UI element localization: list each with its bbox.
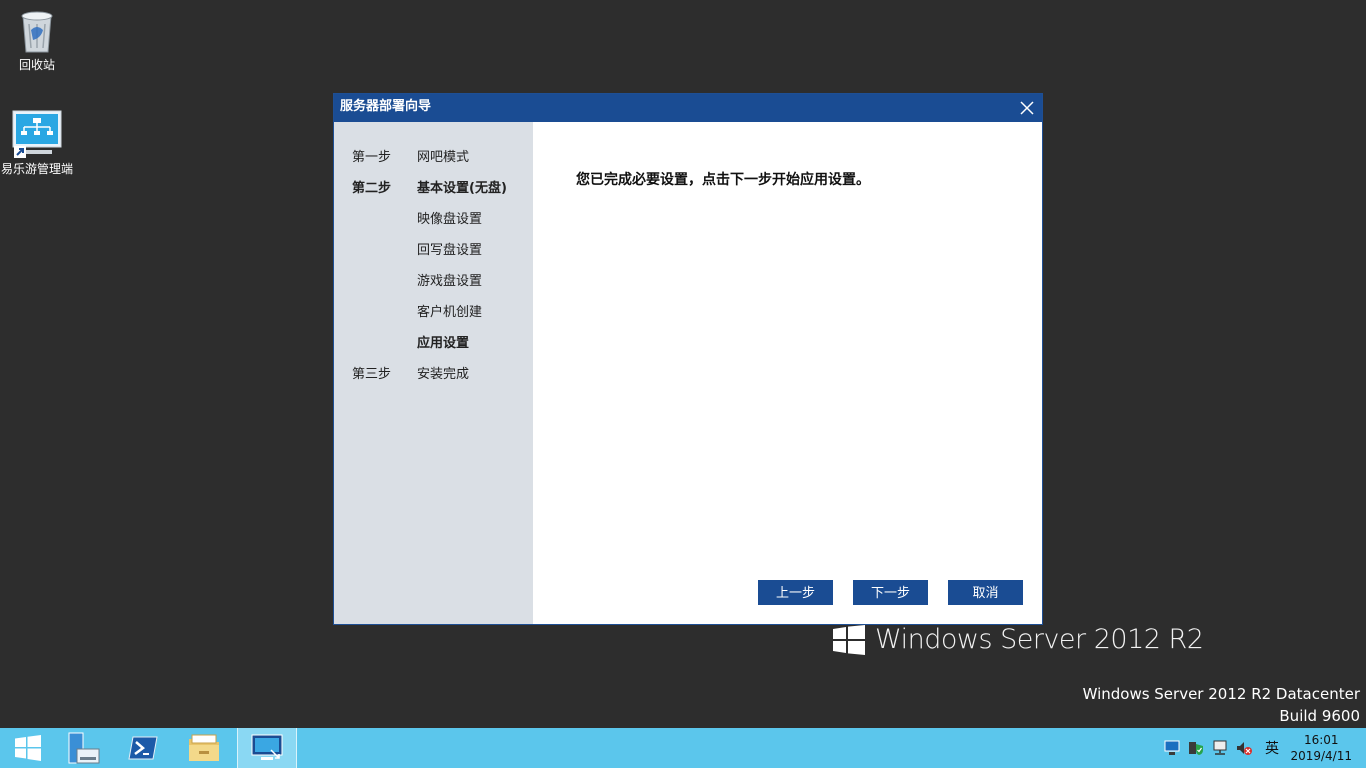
start-button[interactable] xyxy=(0,728,56,768)
clock-time: 16:01 xyxy=(1303,733,1339,747)
tray-network[interactable] xyxy=(1208,728,1232,768)
dialog-title: 服务器部署向导 xyxy=(340,99,432,114)
build-text: Build 9600 xyxy=(1279,707,1360,725)
tray-network-manager[interactable] xyxy=(1160,728,1184,768)
file-explorer-button[interactable] xyxy=(176,728,232,768)
step-key: 第三步 xyxy=(352,367,392,382)
network-monitor-icon xyxy=(1164,740,1180,755)
next-button[interactable]: 下一步 xyxy=(853,580,928,605)
step-row: 回写盘设置 xyxy=(334,239,533,261)
powershell-icon xyxy=(128,736,158,760)
step-row: 第一步 网吧模式 xyxy=(334,146,533,168)
recycle-bin-shortcut[interactable]: 回收站 xyxy=(0,6,74,73)
step-label: 游戏盘设置 xyxy=(417,274,483,289)
step-key: 第二步 xyxy=(352,181,392,196)
manager-label: 易乐游管理端 xyxy=(0,162,73,176)
cancel-button[interactable]: 取消 xyxy=(948,580,1023,605)
step-row: 第三步 安装完成 xyxy=(334,363,533,385)
network-monitor-icon xyxy=(12,110,62,158)
step-row: 游戏盘设置 xyxy=(334,270,533,292)
server-manager-button[interactable] xyxy=(56,728,112,768)
server-manager-icon xyxy=(68,732,100,764)
speaker-muted-icon xyxy=(1237,742,1252,755)
windows-logo-icon xyxy=(833,624,865,655)
step-label: 映像盘设置 xyxy=(417,212,483,227)
step-row-current: 应用设置 xyxy=(334,332,533,354)
wizard-taskbar-button[interactable] xyxy=(237,728,297,768)
dialog-titlebar[interactable]: 服务器部署向导 xyxy=(334,94,1042,122)
step-label: 回写盘设置 xyxy=(417,243,483,258)
powershell-button[interactable] xyxy=(115,728,171,768)
step-label: 网吧模式 xyxy=(417,150,470,165)
step-key: 第一步 xyxy=(352,150,392,165)
branding-logo-text: Windows Server 2012 R2 xyxy=(875,624,1204,655)
tray-security[interactable] xyxy=(1184,728,1208,768)
edition-text: Windows Server 2012 R2 Datacenter xyxy=(1082,685,1360,703)
manager-shortcut[interactable]: 易乐游管理端 xyxy=(0,110,74,177)
windows-branding: Windows Server 2012 R2 xyxy=(833,624,1204,655)
dialog-content: 您已完成必要设置，点击下一步开始应用设置。 上一步 下一步 取消 xyxy=(533,122,1042,624)
step-row: 客户机创建 xyxy=(334,301,533,323)
ime-indicator[interactable]: 英 xyxy=(1260,728,1284,768)
edition-watermark: Windows Server 2012 R2 Datacenter Build … xyxy=(1083,683,1360,727)
close-button[interactable] xyxy=(1012,94,1042,122)
step-label: 应用设置 xyxy=(417,336,470,351)
recycle-bin-label: 回收站 xyxy=(18,58,55,72)
step-label: 安装完成 xyxy=(417,367,470,382)
step-label: 基本设置(无盘) xyxy=(417,181,507,196)
network-monitor-icon xyxy=(251,734,283,760)
server-deployment-wizard: 服务器部署向导 第一步 网吧模式 第二步 基本设置(无盘) 映像盘设置 回写盘设… xyxy=(333,93,1043,625)
completion-message: 您已完成必要设置，点击下一步开始应用设置。 xyxy=(576,172,870,188)
tray-volume[interactable] xyxy=(1232,728,1256,768)
steps-sidebar: 第一步 网吧模式 第二步 基本设置(无盘) 映像盘设置 回写盘设置 游戏盘设置 … xyxy=(334,122,533,624)
clock[interactable]: 16:01 2019/4/11 xyxy=(1290,732,1352,764)
windows-start-icon xyxy=(15,735,41,761)
step-label: 客户机创建 xyxy=(417,305,483,320)
recycle-bin-icon xyxy=(21,11,53,53)
network-icon xyxy=(1213,740,1227,755)
shield-check-icon xyxy=(1189,742,1203,755)
previous-button[interactable]: 上一步 xyxy=(758,580,833,605)
taskbar: 英 16:01 2019/4/11 xyxy=(0,728,1366,768)
clock-date: 2019/4/11 xyxy=(1290,749,1352,763)
folder-icon xyxy=(189,734,219,761)
close-icon xyxy=(1020,101,1034,115)
step-row: 第二步 基本设置(无盘) xyxy=(334,177,533,199)
step-row: 映像盘设置 xyxy=(334,208,533,230)
